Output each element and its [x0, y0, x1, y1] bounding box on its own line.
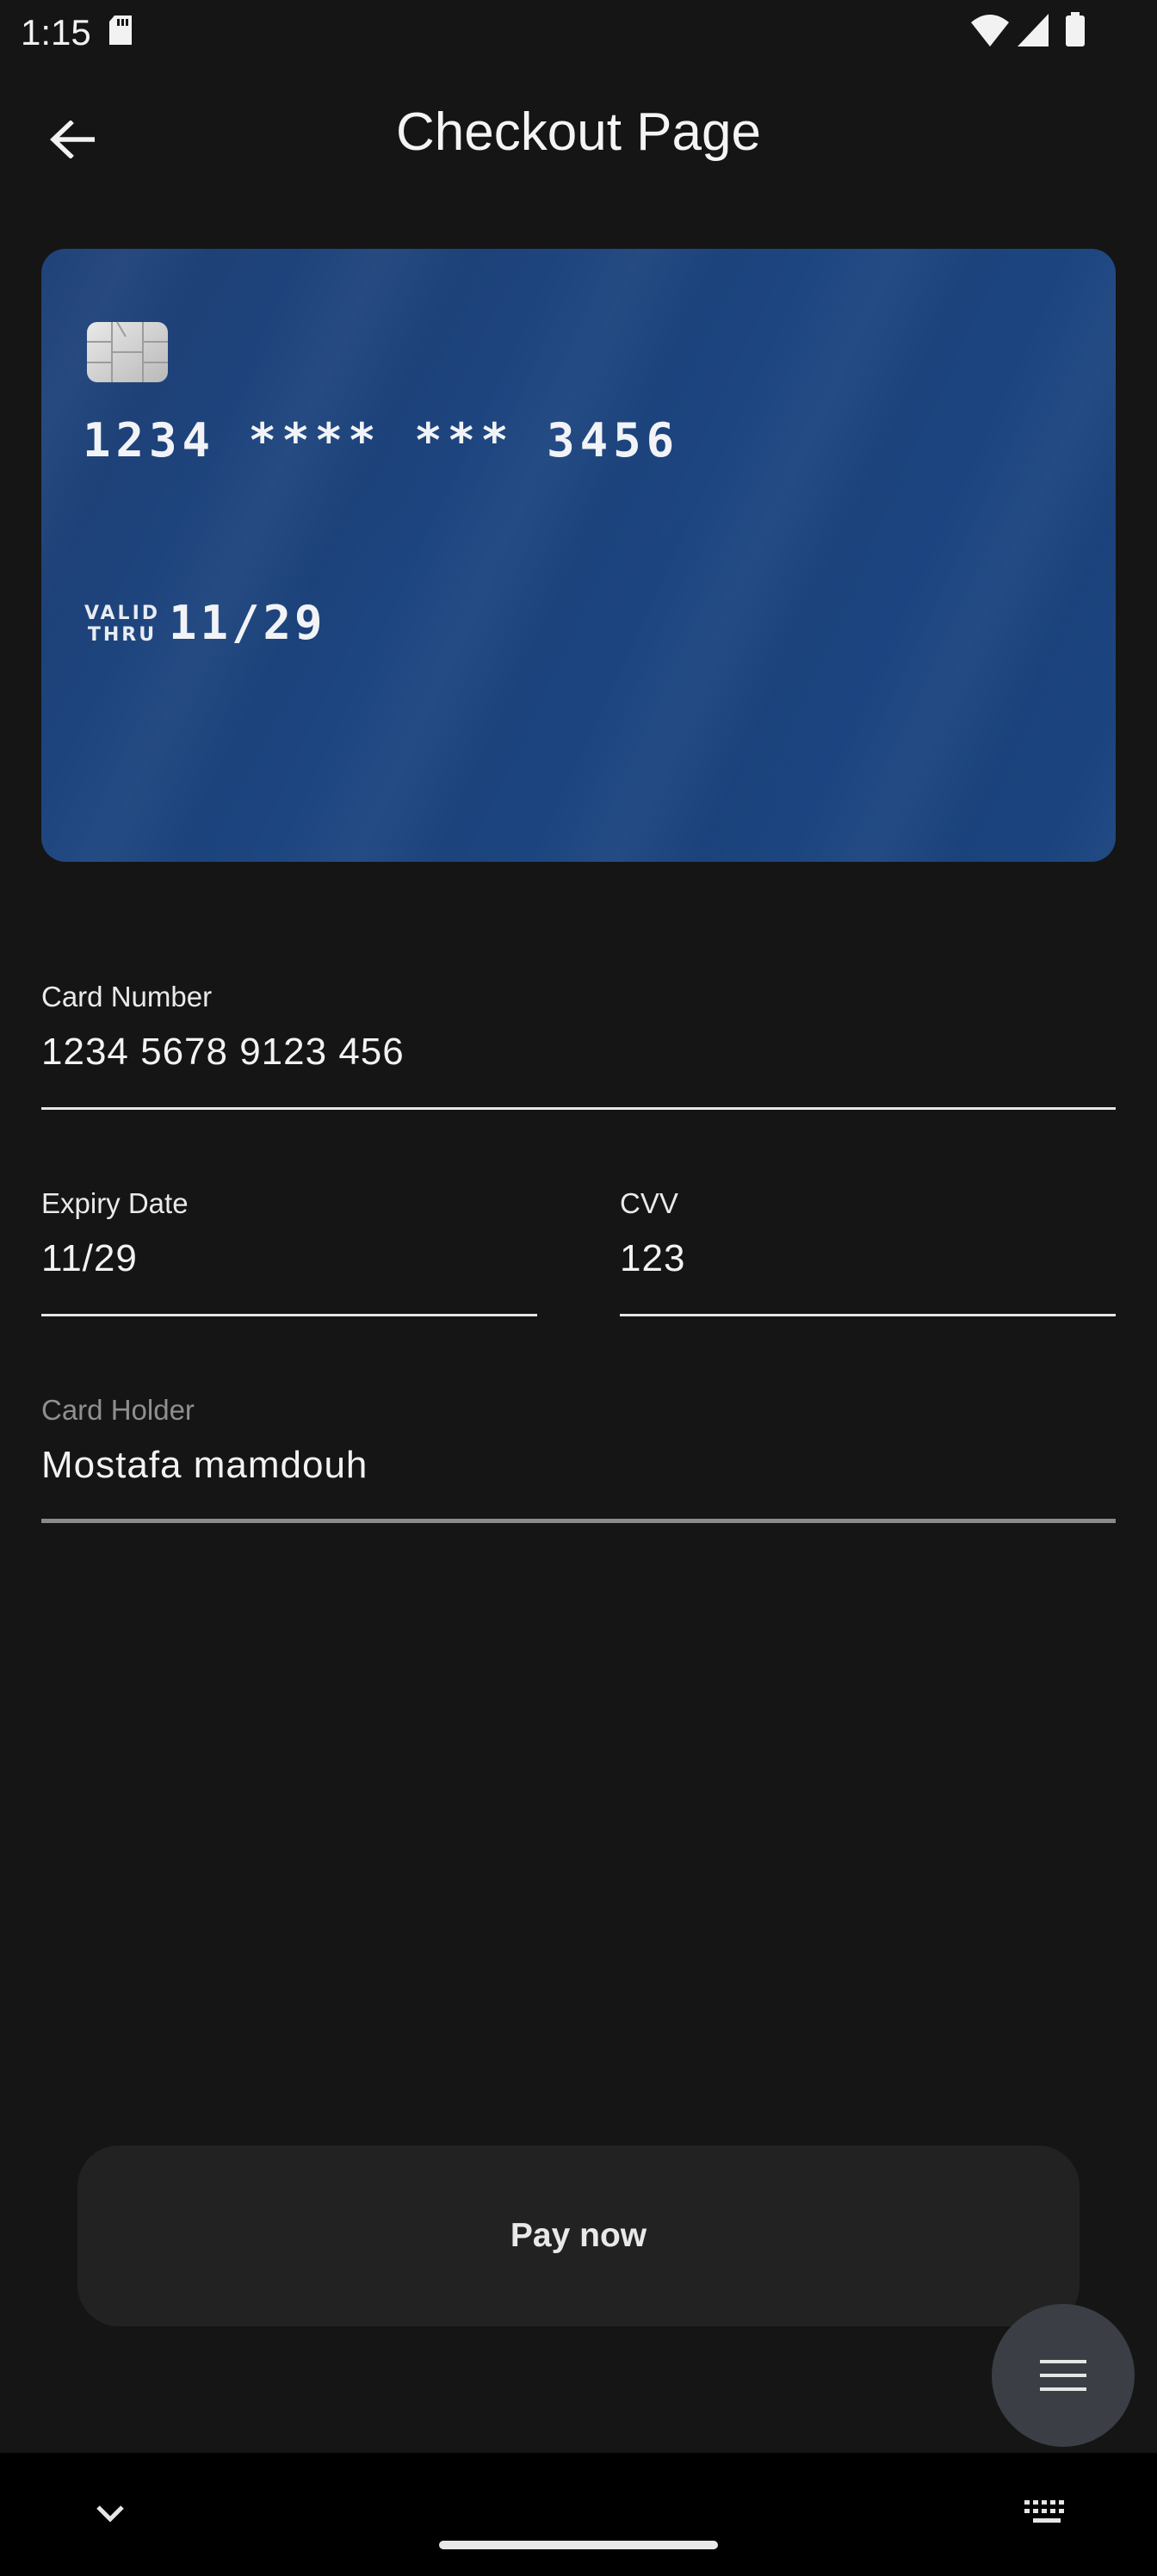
cvv-field[interactable]: CVV 123	[620, 1186, 1116, 1317]
battery-icon	[1066, 12, 1085, 46]
home-gesture-handle[interactable]	[439, 2541, 718, 2549]
page-title: Checkout Page	[396, 102, 761, 162]
expiry-date-field[interactable]: Expiry Date 11/29	[41, 1186, 537, 1317]
expiry-date-value[interactable]: 11/29	[41, 1235, 138, 1283]
card-number-masked: 1234 **** *** 3456	[83, 413, 680, 468]
card-holder-value[interactable]: Mostafa mamdouh	[41, 1441, 368, 1489]
signal-icon	[1018, 14, 1049, 46]
card-expiry: 11/29	[169, 596, 326, 650]
card-holder-underline	[41, 1519, 1116, 1523]
menu-fab[interactable]	[992, 2304, 1135, 2447]
card-number-underline	[41, 1107, 1116, 1110]
navigation-bar	[0, 2453, 1157, 2576]
wifi-icon	[971, 15, 1009, 46]
pay-now-button[interactable]: Pay now	[77, 2146, 1080, 2326]
card-number-label: Card Number	[41, 981, 213, 1012]
cvv-label: CVV	[620, 1187, 678, 1219]
expiry-date-label: Expiry Date	[41, 1187, 189, 1219]
status-time: 1:15	[21, 12, 91, 53]
menu-icon	[1040, 2360, 1086, 2391]
expiry-date-underline	[41, 1314, 537, 1316]
cvv-value[interactable]: 123	[620, 1235, 685, 1283]
card-number-field[interactable]: Card Number 1234 5678 9123 456	[41, 980, 1116, 1111]
card-number-value[interactable]: 1234 5678 9123 456	[41, 1028, 405, 1076]
sd-card-icon	[109, 15, 132, 45]
card-holder-field[interactable]: Card Holder Mostafa mamdouh	[41, 1393, 1116, 1527]
valid-thru-label: VALID THRU	[84, 603, 161, 646]
card-chip-icon	[87, 321, 168, 382]
chevron-down-icon[interactable]	[90, 2499, 131, 2530]
keyboard-icon[interactable]	[1023, 2497, 1071, 2528]
card-holder-label: Card Holder	[41, 1394, 195, 1426]
credit-card-preview: 1234 **** *** 3456 VALID THRU 11/29	[41, 249, 1116, 862]
cvv-underline	[620, 1314, 1116, 1316]
